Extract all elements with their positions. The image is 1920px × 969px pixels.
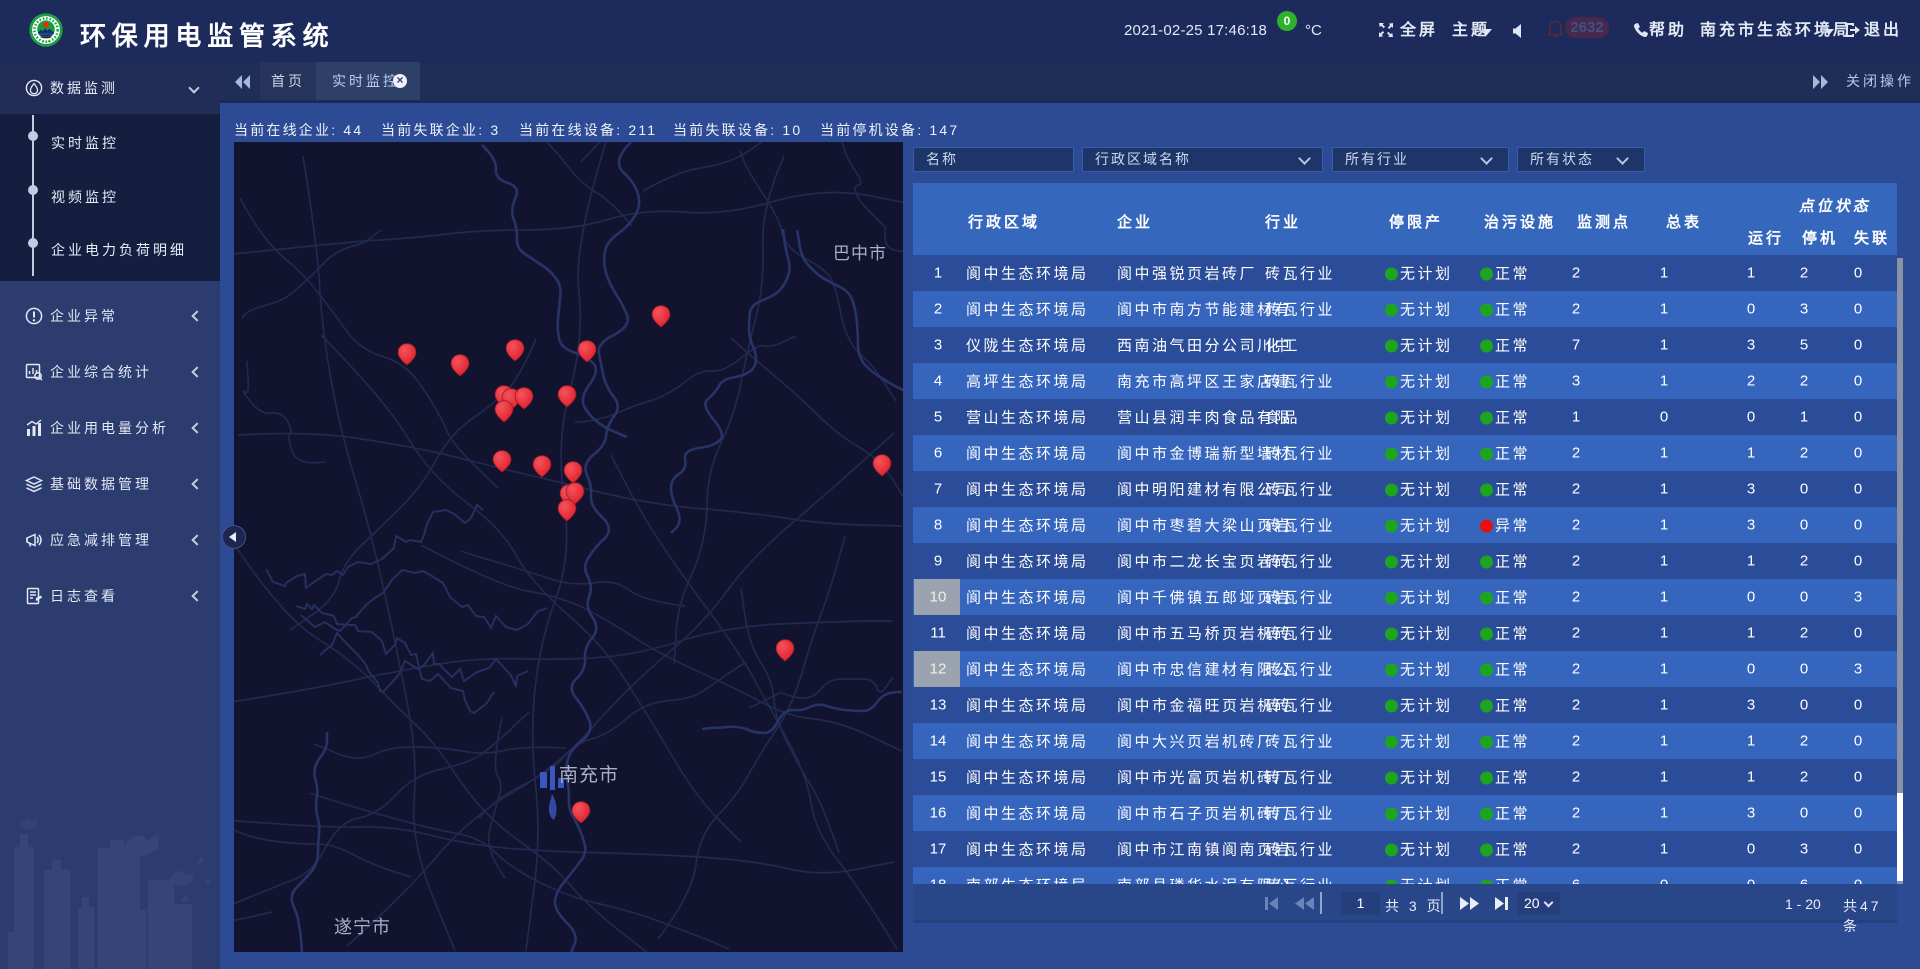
svg-text:遂宁市: 遂宁市 bbox=[334, 917, 391, 937]
